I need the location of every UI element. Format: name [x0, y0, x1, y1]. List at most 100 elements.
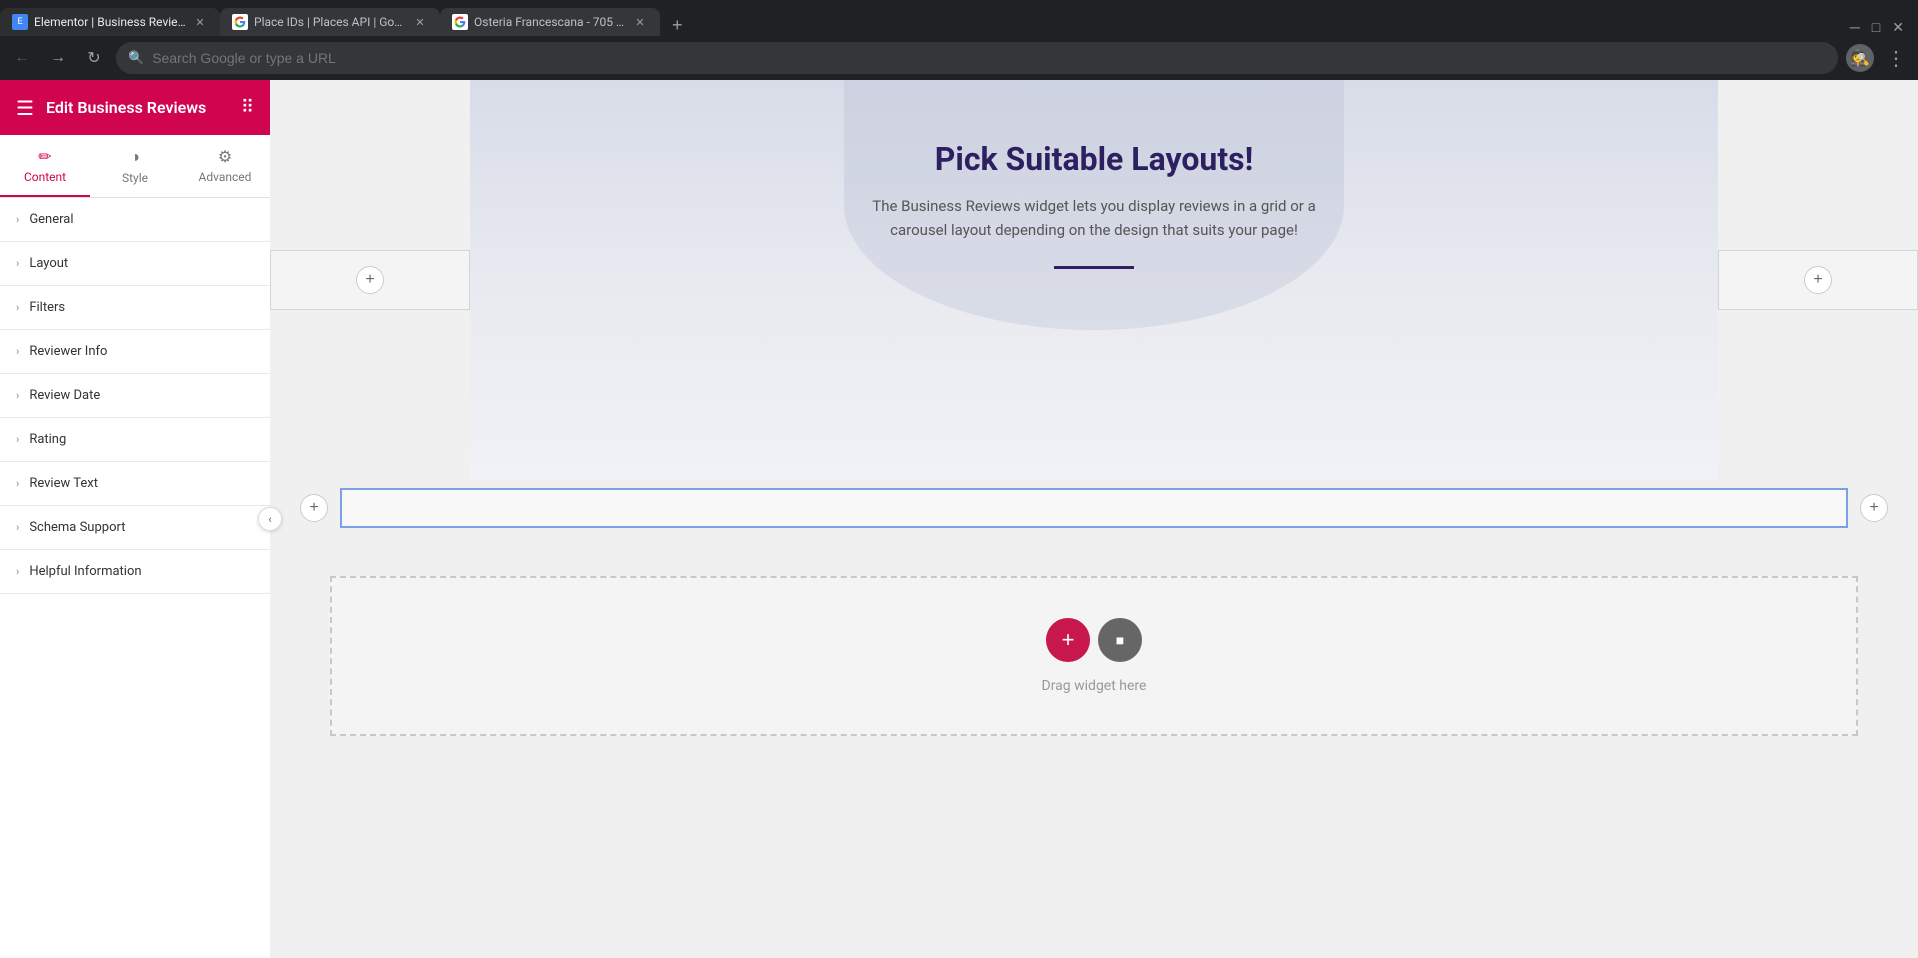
hero-divider — [1054, 266, 1134, 269]
accordion-review-date-header[interactable]: › Review Date — [0, 374, 270, 417]
sidebar-collapse-button[interactable]: ‹ — [258, 507, 282, 531]
tab-close-3[interactable]: ✕ — [632, 14, 648, 30]
sidebar-tabs: ✏ Content ◑ Style ⚙ Advanced — [0, 135, 270, 198]
accordion-schema-support-label: Schema Support — [29, 520, 125, 535]
new-tab-button[interactable]: + — [664, 15, 691, 36]
accordion-filters-arrow: › — [16, 301, 19, 314]
style-tab-icon: ◑ — [130, 147, 140, 167]
canvas-content: + Pick Suitable Layouts! The Business Re… — [270, 80, 1918, 958]
tab-title-1: Elementor | Business Reviews — [34, 15, 186, 29]
window-controls: ─ □ ✕ — [1844, 19, 1918, 36]
accordion-schema-support-arrow: › — [16, 521, 19, 534]
back-button[interactable]: ← — [8, 44, 36, 72]
browser-tab-2[interactable]: Place IDs | Places API | Googl... ✕ — [220, 8, 440, 36]
accordion-reviewer-info-arrow: › — [16, 345, 19, 358]
sidebar: ☰ Edit Business Reviews ⠿ ✏ Content ◑ St… — [0, 80, 270, 958]
incognito-icon: 🕵 — [1850, 48, 1870, 68]
accordion-filters: › Filters — [0, 286, 270, 330]
accordion-general-header[interactable]: › General — [0, 198, 270, 241]
accordion-review-date-label: Review Date — [29, 388, 100, 403]
left-col-placeholder: + — [270, 80, 470, 480]
style-tab-label: Style — [122, 171, 148, 185]
tab-favicon-1: E — [12, 14, 28, 30]
content-tab-icon: ✏ — [38, 147, 51, 166]
menu-button[interactable]: ⋮ — [1882, 46, 1910, 70]
accordion-rating-label: Rating — [29, 432, 66, 447]
tab-advanced[interactable]: ⚙ Advanced — [180, 135, 270, 197]
browser-toolbar: ← → ↻ 🔍 🕵 ⋮ — [0, 36, 1918, 80]
reload-button[interactable]: ↻ — [80, 44, 108, 72]
widget-row: + + — [270, 480, 1918, 536]
sidebar-header: ☰ Edit Business Reviews ⠿ — [0, 80, 270, 135]
main-layout: ☰ Edit Business Reviews ⠿ ✏ Content ◑ St… — [0, 80, 1918, 958]
tab-content[interactable]: ✏ Content — [0, 135, 90, 197]
accordion-layout: › Layout — [0, 242, 270, 286]
hero-description: The Business Reviews widget lets you dis… — [844, 194, 1344, 242]
tab-style[interactable]: ◑ Style — [90, 135, 180, 197]
right-col-add-button[interactable]: + — [1804, 266, 1832, 294]
drop-zone-section: + ■ Drag widget here — [270, 536, 1918, 776]
address-bar: 🔍 — [116, 42, 1838, 74]
right-col-placeholder: + — [1718, 80, 1918, 480]
accordion-filters-header[interactable]: › Filters — [0, 286, 270, 329]
tab-favicon-3 — [452, 14, 468, 30]
browser-tab-1[interactable]: E Elementor | Business Reviews ✕ — [0, 8, 220, 36]
accordion-reviewer-info: › Reviewer Info — [0, 330, 270, 374]
forward-button[interactable]: → — [44, 44, 72, 72]
hero-section: Pick Suitable Layouts! The Business Revi… — [470, 80, 1718, 480]
widget-row-left-add-button[interactable]: + — [300, 494, 328, 522]
accordion-general-arrow: › — [16, 213, 19, 226]
accordion-helpful-info: › Helpful Information — [0, 550, 270, 594]
accordion-rating-arrow: › — [16, 433, 19, 446]
widget-drop-area[interactable] — [340, 488, 1848, 528]
accordion-schema-support-header[interactable]: › Schema Support — [0, 506, 270, 549]
tab-favicon-2 — [232, 14, 248, 30]
tab-close-1[interactable]: ✕ — [192, 14, 208, 30]
browser-chrome: E Elementor | Business Reviews ✕ Place I… — [0, 0, 1918, 80]
accordion-rating-header[interactable]: › Rating — [0, 418, 270, 461]
accordion-helpful-info-arrow: › — [16, 565, 19, 578]
accordion-layout-arrow: › — [16, 257, 19, 270]
drop-zone[interactable]: + ■ Drag widget here — [330, 576, 1858, 736]
accordion-layout-label: Layout — [29, 256, 68, 271]
browser-tab-3[interactable]: Osteria Francescana - 705 Photo... ✕ — [440, 8, 660, 36]
accordion-rating: › Rating — [0, 418, 270, 462]
accordion-review-text-header[interactable]: › Review Text — [0, 462, 270, 505]
accordion-review-date-arrow: › — [16, 389, 19, 402]
accordion-helpful-info-label: Helpful Information — [29, 564, 141, 579]
widget-row-right-add-button[interactable]: + — [1860, 494, 1888, 522]
sidebar-title: Edit Business Reviews — [46, 98, 229, 117]
hamburger-icon[interactable]: ☰ — [16, 96, 34, 120]
right-col-inner: + — [1718, 250, 1918, 310]
accordion-layout-header[interactable]: › Layout — [0, 242, 270, 285]
browser-tabs: E Elementor | Business Reviews ✕ Place I… — [0, 0, 1918, 36]
accordion-general-label: General — [29, 212, 73, 227]
minimize-button[interactable]: ─ — [1844, 19, 1866, 36]
maximize-button[interactable]: □ — [1866, 19, 1886, 36]
profile-button[interactable]: 🕵 — [1846, 44, 1874, 72]
accordion-reviewer-info-header[interactable]: › Reviewer Info — [0, 330, 270, 373]
tab-title-2: Place IDs | Places API | Googl... — [254, 15, 406, 29]
accordion-review-text: › Review Text — [0, 462, 270, 506]
accordion-list: › General › Layout › Filters › Rev — [0, 198, 270, 594]
hero-title: Pick Suitable Layouts! — [510, 140, 1678, 178]
accordion-review-text-arrow: › — [16, 477, 19, 490]
left-col-add-button[interactable]: + — [356, 266, 384, 294]
advanced-tab-icon: ⚙ — [218, 147, 232, 166]
drop-zone-buttons: + ■ — [1046, 618, 1142, 662]
accordion-filters-label: Filters — [29, 300, 65, 315]
canvas: + Pick Suitable Layouts! The Business Re… — [270, 80, 1918, 958]
advanced-tab-label: Advanced — [199, 170, 252, 184]
grid-icon[interactable]: ⠿ — [241, 97, 254, 118]
add-widget-button[interactable]: + — [1046, 618, 1090, 662]
url-input[interactable] — [152, 50, 1826, 66]
tab-title-3: Osteria Francescana - 705 Photo... — [474, 15, 626, 29]
close-button[interactable]: ✕ — [1886, 20, 1910, 36]
accordion-helpful-info-header[interactable]: › Helpful Information — [0, 550, 270, 593]
accordion-reviewer-info-label: Reviewer Info — [29, 344, 107, 359]
hero-row: + Pick Suitable Layouts! The Business Re… — [270, 80, 1918, 480]
lock-icon: 🔍 — [128, 51, 144, 66]
tab-close-2[interactable]: ✕ — [412, 14, 428, 30]
accordion-review-text-label: Review Text — [29, 476, 98, 491]
section-options-button[interactable]: ■ — [1098, 618, 1142, 662]
